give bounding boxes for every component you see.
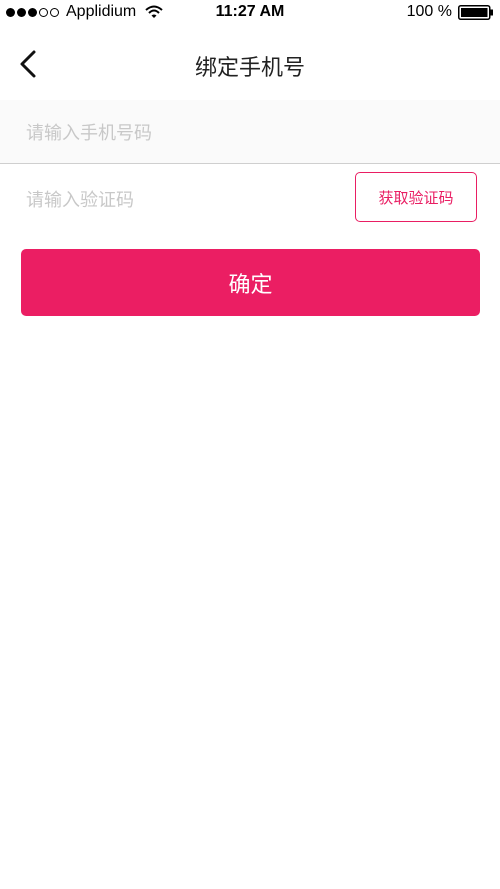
verification-code-input[interactable] bbox=[24, 181, 338, 219]
get-code-button[interactable]: 获取验证码 bbox=[355, 172, 477, 222]
battery-full-icon bbox=[458, 4, 493, 20]
phone-row bbox=[0, 100, 500, 164]
status-bar: Applidium 11:27 AM 100 % bbox=[0, 0, 500, 26]
battery-percent: 100 % bbox=[406, 3, 452, 20]
phone-number-input[interactable] bbox=[24, 114, 478, 152]
status-right: 100 % bbox=[407, 3, 494, 21]
bind-phone-screen: Applidium 11:27 AM 100 % 绑定手机号 请输入手机号码 请… bbox=[0, 0, 500, 889]
code-row: 获取验证码 bbox=[0, 165, 500, 233]
nav-bar: 绑定手机号 bbox=[0, 26, 500, 100]
page-title: 绑定手机号 bbox=[194, 56, 305, 81]
confirm-button[interactable]: 确定 bbox=[21, 249, 480, 316]
